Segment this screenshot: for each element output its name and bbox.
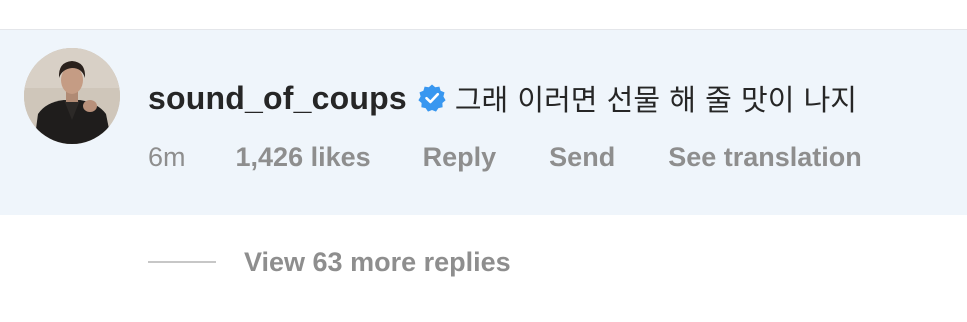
comment-highlight — [0, 30, 967, 215]
avatar[interactable] — [24, 48, 120, 144]
username[interactable]: sound_of_coups — [148, 80, 407, 117]
replies-line — [148, 261, 216, 263]
view-more-replies-button[interactable]: View 63 more replies — [148, 243, 511, 281]
see-translation-button[interactable]: See translation — [668, 142, 862, 173]
comment-actions: 6m 1,426 likes Reply Send See translatio… — [148, 138, 862, 176]
comment-line: sound_of_coups 그래 이러면 선물 해 줄 맛이 나지 — [148, 74, 857, 122]
send-button[interactable]: Send — [549, 142, 615, 173]
reply-button[interactable]: Reply — [423, 142, 497, 173]
avatar-photo — [24, 48, 120, 144]
comment-text: 그래 이러면 선물 해 줄 맛이 나지 — [454, 83, 857, 117]
likes-count[interactable]: 1,426 likes — [236, 142, 371, 173]
timestamp: 6m — [148, 141, 186, 172]
comment-thread: sound_of_coups 그래 이러면 선물 해 줄 맛이 나지 6m 1,… — [0, 0, 967, 322]
view-more-replies-label: View 63 more replies — [244, 246, 511, 277]
verified-badge-icon — [417, 83, 447, 113]
